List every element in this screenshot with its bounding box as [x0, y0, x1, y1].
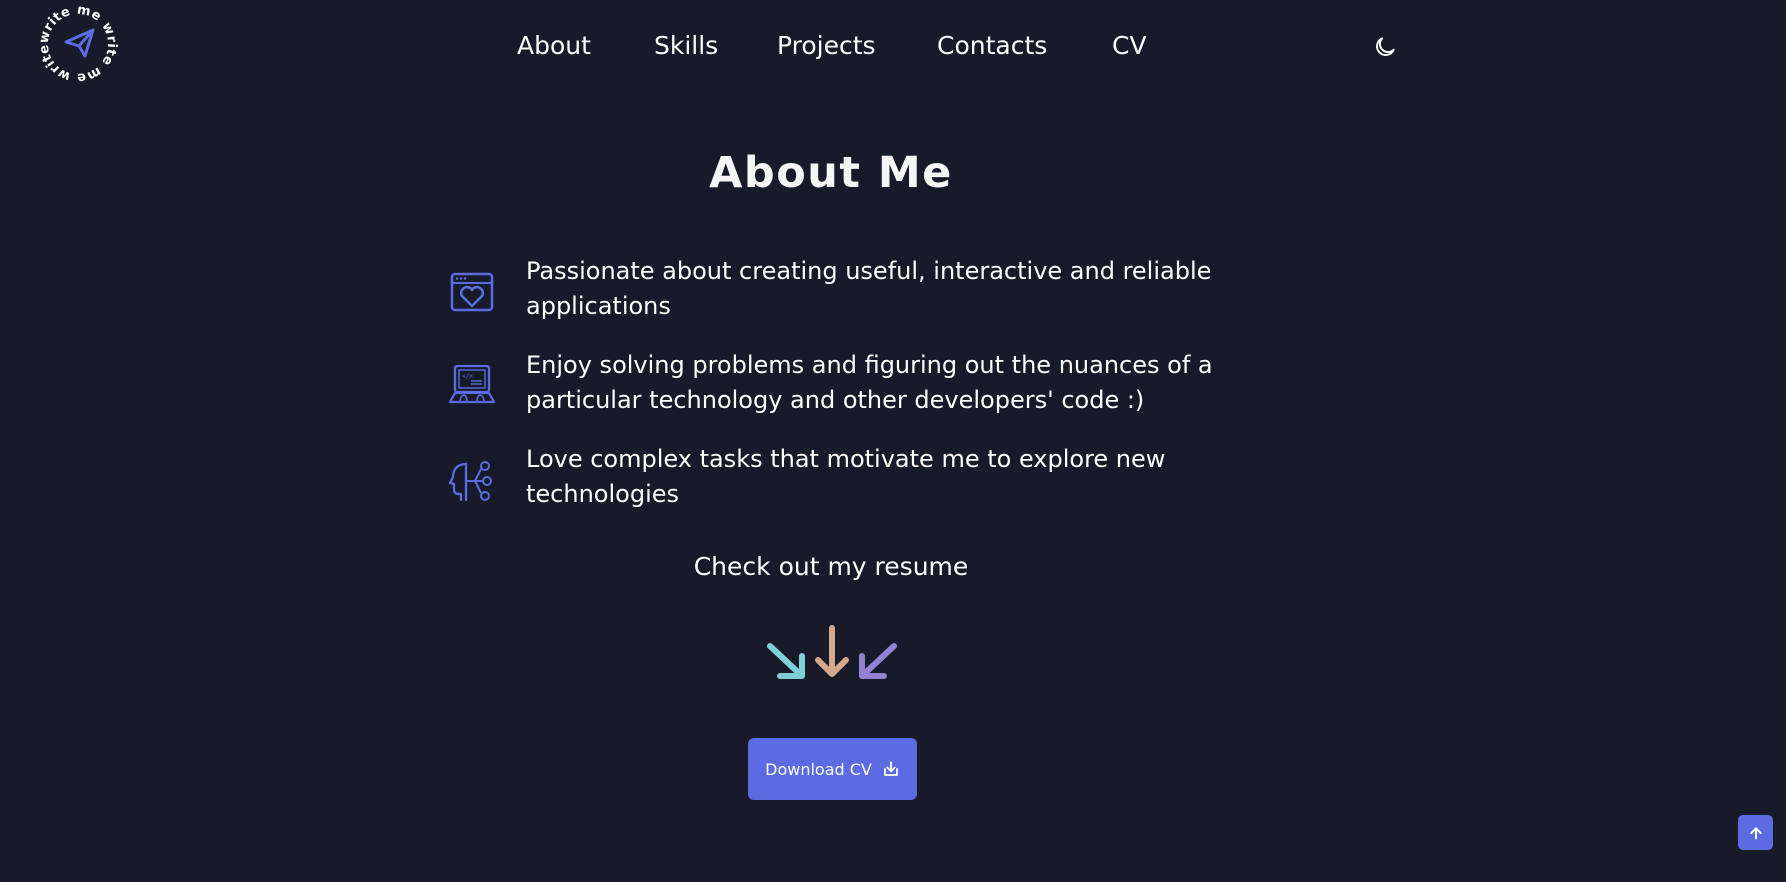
main-nav: About Skills Projects Contacts CV — [0, 26, 1786, 66]
nav-skills[interactable]: Skills — [654, 26, 718, 66]
nav-about[interactable]: About — [517, 26, 591, 66]
arrow-down-left-icon — [859, 643, 897, 679]
download-icon — [883, 761, 898, 776]
svg-text:</>: </> — [462, 373, 473, 380]
browser-heart-icon — [450, 272, 494, 312]
nav-projects[interactable]: Projects — [777, 26, 876, 66]
nav-contacts[interactable]: Contacts — [937, 26, 1047, 66]
arrow-down-icon — [815, 625, 849, 677]
head-network-icon — [448, 461, 492, 502]
download-cv-button[interactable]: Download CV — [748, 738, 917, 800]
about-item-text: Passionate about creating useful, intera… — [526, 257, 1212, 320]
page: write me write me write me About Skills … — [0, 0, 1786, 882]
resume-prompt: Check out my resume — [693, 552, 969, 581]
scroll-to-top-button[interactable] — [1738, 815, 1773, 850]
laptop-code-icon: </> — [448, 364, 496, 404]
theme-toggle-button[interactable] — [1370, 32, 1400, 62]
download-cv-label: Download CV — [765, 759, 872, 779]
arrow-down-right-icon — [767, 643, 805, 679]
page-title: About Me — [709, 148, 953, 198]
pointing-arrows-icon — [767, 625, 897, 679]
nav-cv[interactable]: CV — [1112, 26, 1147, 66]
moon-icon — [1376, 37, 1395, 56]
arrow-up-icon — [1749, 826, 1762, 839]
about-item-text: Love complex tasks that motivate me to e… — [526, 445, 1166, 508]
about-item-text: Enjoy solving problems and figuring out … — [526, 351, 1213, 414]
